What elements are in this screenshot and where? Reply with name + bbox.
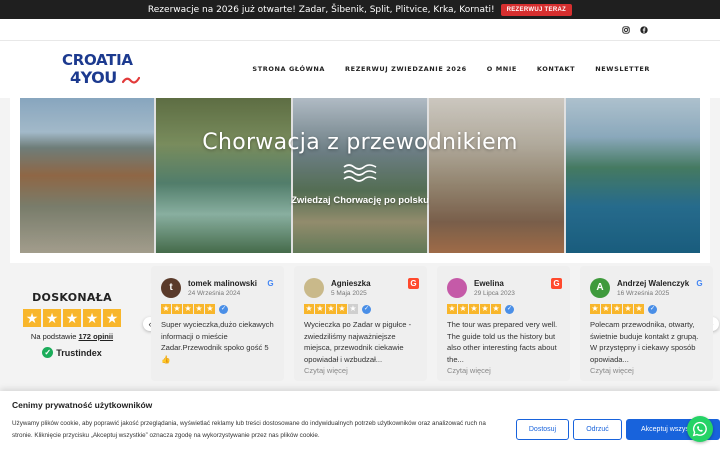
reject-button[interactable]: Odrzuć bbox=[573, 419, 622, 440]
book-now-button[interactable]: REZERWUJ TERAZ bbox=[500, 3, 573, 16]
star-icon: ★ bbox=[43, 309, 61, 327]
avatar: A bbox=[590, 278, 610, 298]
hero-section: Chorwacja z przewodnikiem Zwiedzaj Chorw… bbox=[10, 98, 710, 263]
star-icon: ★ bbox=[23, 309, 41, 327]
waves-icon bbox=[343, 164, 377, 182]
g2-icon: G bbox=[551, 278, 562, 289]
rating-based-on: Na podstawie 172 opinii bbox=[22, 332, 122, 341]
nav-item-book-tour[interactable]: REZERWUJ ZWIEDZANIE 2026 bbox=[345, 65, 467, 73]
review-author: Agnieszka bbox=[331, 279, 371, 288]
verified-icon: ✓ bbox=[362, 304, 371, 314]
site-logo[interactable]: CROATIA 4YOU bbox=[60, 51, 150, 91]
verified-icon: ✓ bbox=[219, 304, 228, 314]
logo-wave-icon bbox=[122, 76, 140, 84]
review-date: 24 Września 2024 bbox=[188, 290, 241, 297]
google-icon: G bbox=[267, 279, 274, 288]
review-stars: ★ ★ ★ ★ ★ ✓ bbox=[161, 304, 228, 314]
hero-title: Chorwacja z przewodnikiem bbox=[202, 130, 518, 155]
rating-based-prefix: Na podstawie bbox=[30, 332, 77, 341]
cookie-title: Cenimy prywatność użytkowników bbox=[12, 400, 153, 410]
read-more-link[interactable]: Czytaj więcej bbox=[590, 366, 634, 375]
nav-item-home[interactable]: STRONA GŁÓWNA bbox=[252, 65, 325, 73]
star-icon: ★ bbox=[83, 309, 101, 327]
google-icon: G bbox=[696, 279, 703, 288]
verified-icon: ✓ bbox=[648, 304, 657, 314]
social-bar bbox=[0, 19, 720, 41]
star-icon: ★ bbox=[63, 309, 81, 327]
check-icon: ✓ bbox=[42, 347, 54, 358]
nav-item-newsletter[interactable]: NEWSLETTER bbox=[595, 65, 650, 73]
review-stars: ★ ★ ★ ★ ★ ✓ bbox=[590, 304, 657, 314]
review-date: 5 Maja 2025 bbox=[331, 290, 367, 297]
announcement-text: Rezerwacje na 2026 już otwarte! Zadar, Š… bbox=[147, 4, 495, 15]
nav-item-about[interactable]: O MNIE bbox=[487, 65, 517, 73]
review-author: Ewelina bbox=[474, 279, 504, 288]
instagram-icon[interactable] bbox=[620, 24, 632, 36]
review-text: The tour was prepared very well. The gui… bbox=[447, 320, 558, 364]
main-nav: STRONA GŁÓWNA REZERWUJ ZWIEDZANIE 2026 O… bbox=[252, 65, 650, 73]
nav-item-contact[interactable]: KONTAKT bbox=[537, 65, 575, 73]
review-card: A Andrzej Walenczyk 16 Września 2025 G ★… bbox=[580, 266, 713, 381]
review-card: Agnieszka 5 Maja 2025 G ★ ★ ★ ★ ★ ✓ Wycieczk… bbox=[294, 266, 427, 381]
avatar: t bbox=[161, 278, 181, 298]
review-card: Ewelina 29 Lipca 2023 G ★ ★ ★ ★ ★ ✓ The tour… bbox=[437, 266, 570, 381]
read-more-link[interactable]: Czytaj więcej bbox=[447, 366, 491, 375]
site-header: CROATIA 4YOU STRONA GŁÓWNA REZERWUJ ZWIE… bbox=[0, 41, 720, 98]
review-date: 29 Lipca 2023 bbox=[474, 290, 515, 297]
review-text: Polecam przewodnika, otwarty, świetnie b… bbox=[590, 320, 699, 364]
verified-icon: ✓ bbox=[505, 304, 514, 314]
read-more-link[interactable]: Czytaj więcej bbox=[304, 366, 348, 375]
review-text: Wycieczka po Zadar w pigułce - zwiedzili… bbox=[304, 320, 412, 364]
logo-line1: CROATIA bbox=[62, 51, 133, 69]
review-card: t tomek malinowski 24 Września 2024 G ★ ★… bbox=[151, 266, 284, 381]
review-author: Andrzej Walenczyk bbox=[617, 279, 690, 288]
rating-stars: ★ ★ ★ ★ ★ bbox=[22, 309, 122, 327]
review-text: Super wycieczka,dużo ciekawych informacj… bbox=[161, 320, 274, 364]
avatar bbox=[304, 278, 324, 298]
reviews-widget: DOSKONAŁA ★ ★ ★ ★ ★ Na podstawie 172 opi… bbox=[0, 263, 720, 383]
hero-subtitle: Zwiedzaj Chorwację po polsku bbox=[291, 195, 429, 206]
review-stars: ★ ★ ★ ★ ★ ✓ bbox=[304, 304, 371, 314]
cookie-banner: Cenimy prywatność użytkowników Używamy p… bbox=[0, 391, 720, 450]
review-stars: ★ ★ ★ ★ ★ ✓ bbox=[447, 304, 514, 314]
rating-count-link[interactable]: 172 opinii bbox=[78, 332, 113, 341]
g2-icon: G bbox=[408, 278, 419, 289]
customize-button[interactable]: Dostosuj bbox=[516, 419, 569, 440]
trustindex-badge[interactable]: ✓ Trustindex bbox=[22, 347, 122, 358]
review-date: 16 Września 2025 bbox=[617, 290, 670, 297]
rating-summary: DOSKONAŁA ★ ★ ★ ★ ★ Na podstawie 172 opi… bbox=[22, 291, 122, 358]
facebook-icon[interactable] bbox=[638, 24, 650, 36]
logo-line2: 4YOU bbox=[70, 68, 117, 87]
announcement-bar: Rezerwacje na 2026 już otwarte! Zadar, Š… bbox=[0, 0, 720, 19]
cookie-text: Używamy plików cookie, aby poprawić jako… bbox=[12, 420, 486, 439]
whatsapp-icon[interactable] bbox=[687, 416, 713, 442]
trustindex-label: Trustindex bbox=[56, 347, 102, 358]
review-author: tomek malinowski bbox=[188, 279, 257, 288]
rating-label: DOSKONAŁA bbox=[32, 291, 112, 304]
star-icon: ★ bbox=[103, 309, 121, 327]
avatar bbox=[447, 278, 467, 298]
